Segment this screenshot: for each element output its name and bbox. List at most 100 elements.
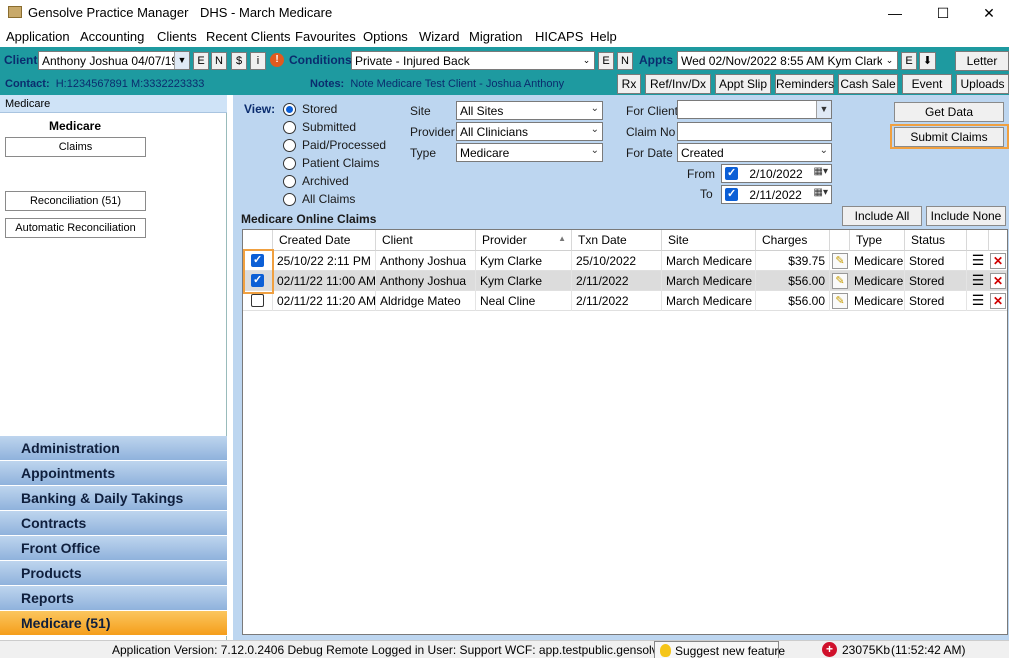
automatic-reconciliation-button[interactable]: Automatic Reconciliation [5,218,146,238]
nav-medicare[interactable]: Medicare (51) [0,611,227,636]
submit-claims-button[interactable]: Submit Claims [894,127,1004,147]
menu-help[interactable]: Help [590,29,617,44]
column-header-status[interactable]: Status [905,230,967,251]
column-header-provider[interactable]: Provider ▲ [476,230,572,251]
include-all-button[interactable]: Include All [842,206,922,226]
nav-banking-daily-takings[interactable]: Banking & Daily Takings [0,486,227,511]
client-select[interactable]: Anthony Joshua 04/07/197 ▼ [38,51,190,70]
view-radio-submitted[interactable] [283,121,296,134]
delete-icon[interactable]: ✕ [990,273,1006,289]
column-header-type[interactable]: Type [850,230,905,251]
grid-title: Medicare Online Claims [241,212,377,226]
type-select[interactable]: Medicare ⌄ [456,143,603,162]
conditions-e-button[interactable]: E [598,52,614,70]
row-menu-icon[interactable]: ☰ [969,293,987,309]
download-icon[interactable]: ⬇ [919,52,936,70]
nav-administration[interactable]: Administration [0,436,227,461]
menu-clients[interactable]: Clients [157,29,197,44]
to-date-checkbox[interactable] [725,187,738,201]
row-menu-icon[interactable]: ☰ [969,273,987,289]
view-radio-archived[interactable] [283,175,296,188]
for-date-label: For Date [626,146,673,160]
provider-cell: Kym Clarke [476,251,572,271]
nav-contracts[interactable]: Contracts [0,511,227,536]
menu-recent-clients[interactable]: Recent Clients [206,29,291,44]
for-date-select[interactable]: Created ⌄ [677,143,832,162]
nav-front-office[interactable]: Front Office [0,536,227,561]
site-select[interactable]: All Sites ⌄ [456,101,603,120]
appts-select[interactable]: Wed 02/Nov/2022 8:55 AM Kym Clarke ⌄ [677,51,898,70]
type-label: Type [410,146,437,160]
conditions-n-button[interactable]: N [617,52,633,70]
row-select-checkbox[interactable] [251,294,264,307]
reconciliation-button[interactable]: Reconciliation (51) [5,191,146,211]
from-date-checkbox[interactable] [725,166,738,180]
table-row[interactable]: 02/11/22 11:20 AM Aldridge Mateo Neal Cl… [243,291,1007,311]
menu-wizard[interactable]: Wizard [419,29,459,44]
delete-icon[interactable]: ✕ [990,253,1006,269]
table-row[interactable]: 02/11/22 11:00 AM Anthony Joshua Kym Cla… [243,271,1007,291]
client-e-button[interactable]: E [193,52,209,70]
include-none-button[interactable]: Include None [926,206,1006,226]
menu-migration[interactable]: Migration [469,29,522,44]
nav-appointments[interactable]: Appointments [0,461,227,486]
letter-button[interactable]: Letter [955,51,1009,71]
minimize-button[interactable]: — [872,2,918,24]
get-data-button[interactable]: Get Data [894,102,1004,122]
column-header-site[interactable]: Site [662,230,756,251]
alert-icon[interactable]: ! [270,53,284,67]
client-n-button[interactable]: N [211,52,227,70]
chevron-down-icon: ⌄ [579,52,594,69]
nav-reports[interactable]: Reports [0,586,227,611]
menu-bar: Application Accounting Clients Recent Cl… [0,26,1009,47]
menu-application[interactable]: Application [6,29,70,44]
view-radio-paid-processed[interactable] [283,139,296,152]
from-date-picker[interactable]: 2/10/2022 ▦▾ [721,164,832,183]
column-header-created-date[interactable]: Created Date [273,230,376,251]
menu-favourites[interactable]: Favourites [295,29,356,44]
for-client-select[interactable]: ▼ [677,100,832,119]
edit-pencil-icon[interactable]: ✎ [832,253,848,269]
to-date-picker[interactable]: 2/11/2022 ▦▾ [721,185,832,204]
conditions-select[interactable]: Private - Injured Back ⌄ [351,51,595,70]
view-radio-all-claims[interactable] [283,193,296,206]
view-radio-patient-claims[interactable] [283,157,296,170]
maximize-button[interactable]: ☐ [920,2,966,24]
view-option-patient-claims[interactable]: Patient Claims [302,156,379,170]
menu-accounting[interactable]: Accounting [80,29,144,44]
menu-hicaps[interactable]: HICAPS [535,29,583,44]
event-button[interactable]: Event [902,74,952,94]
client-account-button[interactable]: $ [231,52,247,70]
view-option-all-claims[interactable]: All Claims [302,192,355,206]
delete-icon[interactable]: ✕ [990,293,1006,309]
ref-inv-dx-button[interactable]: Ref/Inv/Dx [645,74,711,94]
menu-options[interactable]: Options [363,29,408,44]
provider-select[interactable]: All Clinicians ⌄ [456,122,603,141]
view-radio-stored[interactable] [283,103,296,116]
suggest-feature-button[interactable]: Suggest new feature [654,641,785,658]
calendar-icon[interactable]: ▦▾ [814,166,828,177]
calendar-icon[interactable]: ▦▾ [814,187,828,198]
edit-pencil-icon[interactable]: ✎ [832,293,848,309]
view-option-submitted[interactable]: Submitted [302,120,356,134]
close-button[interactable]: ✕ [966,2,1009,24]
view-option-stored[interactable]: Stored [302,102,337,116]
table-row[interactable]: 25/10/22 2:11 PM Anthony Joshua Kym Clar… [243,251,1007,271]
rx-button[interactable]: Rx [617,74,641,94]
uploads-button[interactable]: Uploads [956,74,1009,94]
column-header-txn-date[interactable]: Txn Date [572,230,662,251]
column-header-client[interactable]: Client [376,230,476,251]
appts-e-button[interactable]: E [901,52,917,70]
edit-pencil-icon[interactable]: ✎ [832,273,848,289]
client-info-button[interactable]: i [250,52,266,70]
claim-no-input[interactable] [677,122,832,141]
claims-button[interactable]: Claims [5,137,146,157]
reminders-button[interactable]: Reminders [775,74,834,94]
cash-sale-button[interactable]: Cash Sale [838,74,898,94]
appt-slip-button[interactable]: Appt Slip [715,74,771,94]
nav-products[interactable]: Products [0,561,227,586]
column-header-charges[interactable]: Charges [756,230,830,251]
view-option-paid-processed[interactable]: Paid/Processed [302,138,386,152]
view-option-archived[interactable]: Archived [302,174,349,188]
row-menu-icon[interactable]: ☰ [969,253,987,269]
